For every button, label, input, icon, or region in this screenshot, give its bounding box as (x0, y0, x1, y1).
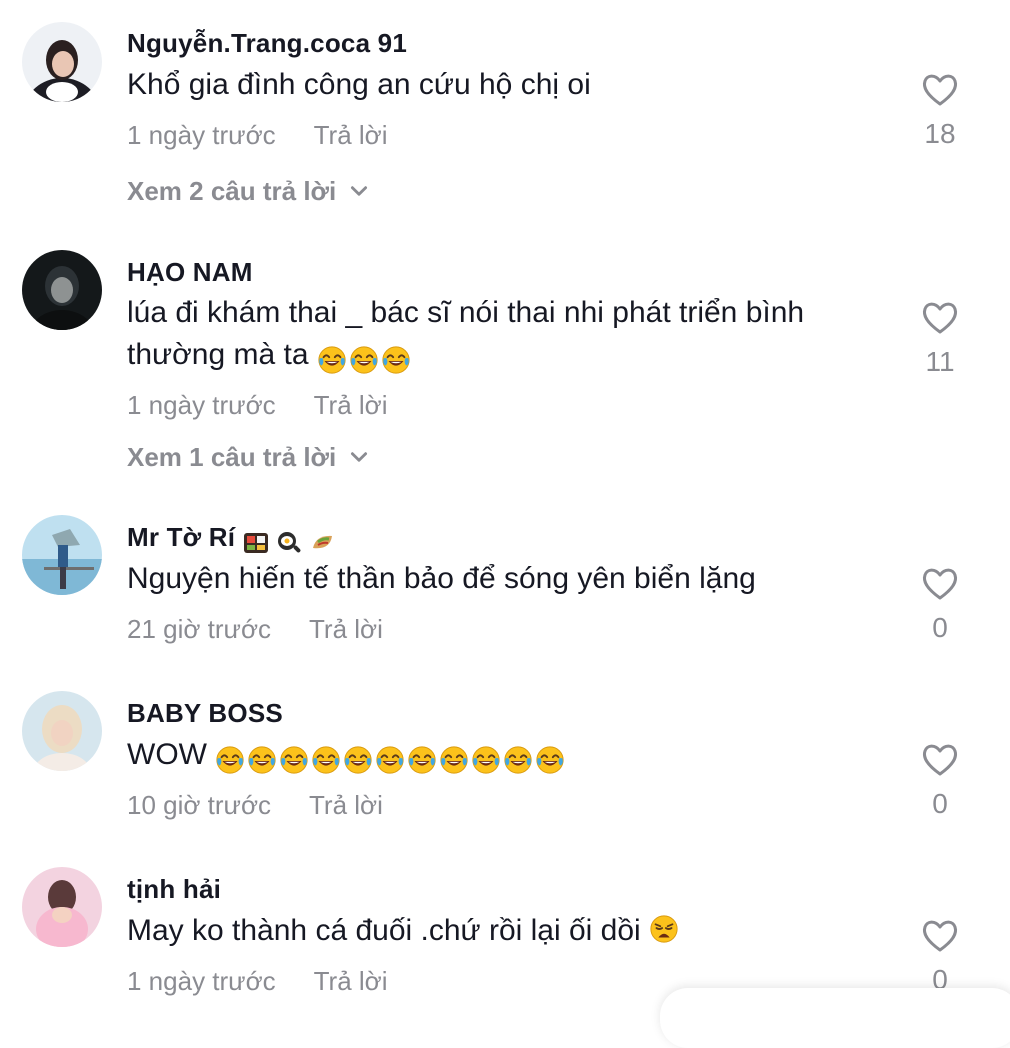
reply-button[interactable]: Trả lời (314, 966, 388, 996)
comment-text: lúa đi khám thai _ bác sĩ nói thai nhi p… (127, 292, 887, 380)
like-count: 0 (932, 612, 948, 643)
timestamp: 1 ngày trước (127, 966, 276, 996)
chevron-down-icon (348, 180, 370, 202)
floating-panel-edge (660, 988, 1010, 1048)
weary-face-emoji (649, 914, 679, 944)
comment-text-line: WOW (127, 738, 207, 771)
comment-meta: 21 giờ trước Trả lời (127, 614, 383, 645)
comment-text: May ko thành cá đuối .chứ rồi lại ối dồi (127, 910, 887, 952)
like-control: 18 (906, 70, 974, 150)
comment-text-line: lúa đi khám thai _ bác sĩ nói thai nhi p… (127, 296, 805, 329)
face-with-tears-of-joy-emoji (247, 745, 277, 775)
like-count: 11 (925, 346, 955, 377)
timestamp: 1 ngày trước (127, 120, 276, 150)
username[interactable]: Mr Tờ Rí (127, 522, 336, 557)
heart-outline-icon[interactable] (920, 564, 960, 604)
like-count: 18 (924, 118, 956, 149)
comment-text-line: thường mà ta (127, 338, 309, 371)
username[interactable]: BABY BOSS (127, 698, 283, 729)
like-control: 0 (906, 740, 974, 820)
comment-meta: 1 ngày trước Trả lời (127, 390, 388, 421)
comment-meta: 1 ngày trước Trả lời (127, 966, 388, 997)
stuffed-flatbread-emoji (312, 536, 332, 549)
frying-pan-egg-emoji (278, 532, 301, 553)
view-replies-label: Xem 1 câu trả lời (127, 442, 337, 472)
username[interactable]: tịnh hải (127, 874, 221, 905)
view-replies-button[interactable]: Xem 1 câu trả lời (127, 442, 370, 473)
face-with-tears-of-joy-emoji (311, 745, 341, 775)
avatar[interactable] (22, 691, 102, 771)
comment-text: Khổ gia đình công an cứu hộ chị oi (127, 68, 591, 101)
face-with-tears-of-joy-emoji (279, 745, 309, 775)
face-with-tears-of-joy-emoji (407, 745, 437, 775)
timestamp: 1 ngày trước (127, 390, 276, 420)
avatar[interactable] (22, 250, 102, 330)
reply-button[interactable]: Trả lời (314, 390, 388, 420)
reply-button[interactable]: Trả lời (309, 790, 383, 820)
face-with-tears-of-joy-emoji (215, 745, 245, 775)
view-replies-button[interactable]: Xem 2 câu trả lời (127, 176, 370, 207)
face-with-tears-of-joy-emoji (381, 345, 411, 375)
comment-meta: 10 giờ trước Trả lời (127, 790, 383, 821)
chevron-down-icon (348, 446, 370, 468)
username[interactable]: HẠO NAM (127, 257, 253, 288)
view-replies-label: Xem 2 câu trả lời (127, 176, 337, 206)
bento-box-emoji (243, 533, 268, 554)
heart-outline-icon[interactable] (920, 70, 960, 110)
face-with-tears-of-joy-emoji (343, 745, 373, 775)
heart-outline-icon[interactable] (920, 740, 960, 780)
face-with-tears-of-joy-emoji (439, 745, 469, 775)
heart-outline-icon[interactable] (920, 298, 960, 338)
username-text: Mr Tờ Rí (127, 522, 236, 552)
reply-button[interactable]: Trả lời (314, 120, 388, 150)
like-control: 0 (906, 564, 974, 644)
emoji-group (215, 738, 567, 780)
like-control: 11 (906, 298, 974, 378)
comment-text-line: May ko thành cá đuối .chứ rồi lại ối dồi (127, 914, 641, 947)
timestamp: 10 giờ trước (127, 790, 271, 820)
like-control: 0 (906, 916, 974, 996)
like-count: 0 (932, 788, 948, 819)
avatar[interactable] (22, 515, 102, 595)
avatar[interactable] (22, 867, 102, 947)
username-emojis (243, 526, 336, 557)
emoji-group (317, 338, 413, 380)
timestamp: 21 giờ trước (127, 614, 271, 644)
face-with-tears-of-joy-emoji (317, 345, 347, 375)
heart-outline-icon[interactable] (920, 916, 960, 956)
face-with-tears-of-joy-emoji (349, 345, 379, 375)
face-with-tears-of-joy-emoji (535, 745, 565, 775)
face-with-tears-of-joy-emoji (375, 745, 405, 775)
reply-button[interactable]: Trả lời (309, 614, 383, 644)
face-with-tears-of-joy-emoji (503, 745, 533, 775)
comment-meta: 1 ngày trước Trả lời (127, 120, 388, 151)
username[interactable]: Nguyễn.Trang.coca 91 (127, 28, 407, 59)
face-with-tears-of-joy-emoji (471, 745, 501, 775)
avatar[interactable] (22, 22, 102, 102)
comment-text: WOW (127, 734, 887, 780)
comment-text: Nguyện hiến tế thần bảo để sóng yên biển… (127, 562, 756, 595)
